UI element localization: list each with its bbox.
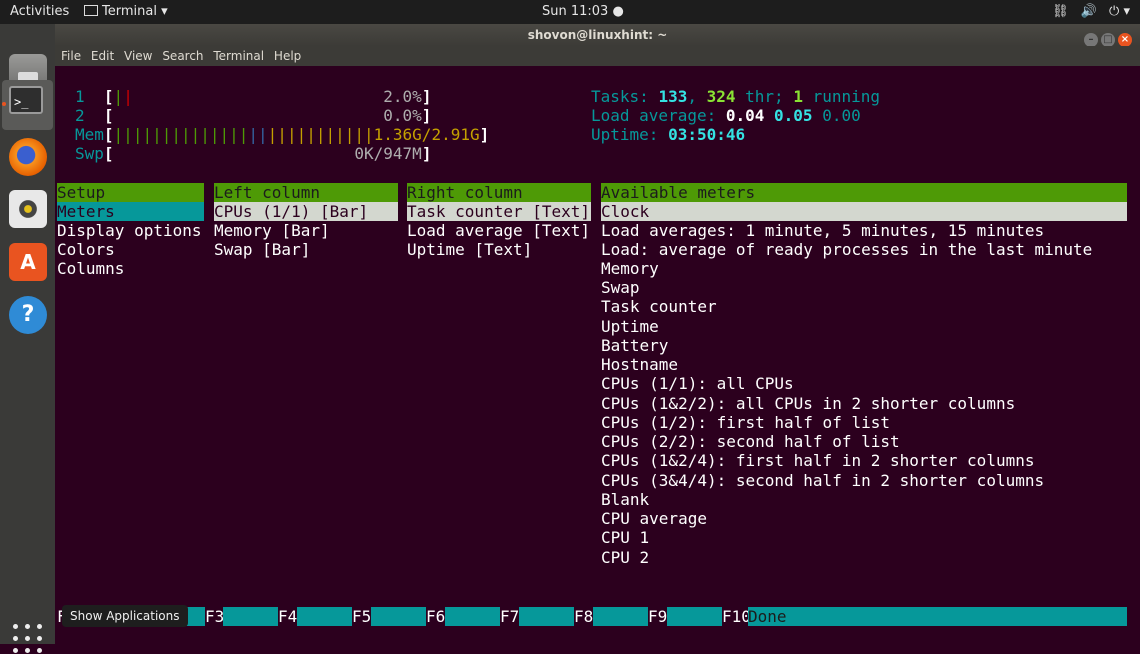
network-icon: ⛓ <box>1052 4 1069 19</box>
available-meter-item[interactable]: Clock <box>601 202 1127 221</box>
firefox-icon[interactable] <box>9 138 47 176</box>
running-indicator <box>2 102 6 106</box>
f5-key[interactable]: F5 <box>352 607 371 626</box>
f7-key-label[interactable] <box>519 607 574 626</box>
right-column-item[interactable]: Uptime [Text] <box>407 240 532 259</box>
cpu2-meter: 2 [ 0.0%] <box>75 106 432 125</box>
setup-item-colors[interactable]: Colors <box>57 240 115 259</box>
volume-icon: 🔊 <box>1080 4 1097 19</box>
f3-key[interactable]: F3 <box>205 607 224 626</box>
help-icon[interactable]: ? <box>9 296 47 334</box>
f7-key[interactable]: F7 <box>500 607 519 626</box>
window-title: shovon@linuxhint: ~ <box>527 28 668 42</box>
terminal-window: shovon@linuxhint: ~ – □ × File Edit View S… <box>55 24 1140 644</box>
right-column-header: Right column <box>407 183 591 202</box>
f5-key-label[interactable] <box>371 607 426 626</box>
right-column-item[interactable]: Load average [Text] <box>407 221 590 240</box>
maximize-button[interactable]: □ <box>1101 33 1115 47</box>
f4-key-label[interactable] <box>297 607 352 626</box>
available-meter-item[interactable]: CPUs (1/1): all CPUs <box>601 374 794 393</box>
right-column-item[interactable]: Task counter [Text] <box>407 202 591 221</box>
status-area[interactable]: ⛓ 🔊 ⏻ ▾ <box>1044 4 1130 20</box>
menu-terminal[interactable]: Terminal <box>213 49 264 63</box>
f6-key[interactable]: F6 <box>426 607 445 626</box>
left-column-header: Left column <box>214 183 398 202</box>
available-meter-item[interactable]: CPUs (1&2/4): first half in 2 shorter co… <box>601 451 1034 470</box>
left-column-item[interactable]: Memory [Bar] <box>214 221 330 240</box>
available-meter-item[interactable]: Blank <box>601 490 649 509</box>
done-button[interactable]: Done <box>748 607 1127 626</box>
dock: >_ A ? <box>0 24 55 653</box>
f3-key-label[interactable] <box>223 607 278 626</box>
setup-item-columns[interactable]: Columns <box>57 259 124 278</box>
setup-header: Setup <box>57 183 204 202</box>
terminal-small-icon <box>84 5 98 16</box>
menu-view[interactable]: View <box>124 49 152 63</box>
power-icon: ⏻ ▾ <box>1109 4 1130 19</box>
terminal-icon[interactable]: >_ <box>9 86 43 114</box>
menu-edit[interactable]: Edit <box>91 49 114 63</box>
f8-key-label[interactable] <box>593 607 648 626</box>
close-button[interactable]: × <box>1118 33 1132 47</box>
available-meter-item[interactable]: CPU 2 <box>601 548 649 567</box>
cpu1-meter: 1 [|| 2.0%] <box>75 87 432 106</box>
available-meter-item[interactable]: CPUs (1/2): first half of list <box>601 413 890 432</box>
f10-key[interactable]: F10 <box>722 607 751 626</box>
f4-key[interactable]: F4 <box>278 607 297 626</box>
rhythmbox-icon[interactable] <box>9 190 47 228</box>
terminal-content[interactable]: 1 [|| 2.0%] 2 [ 0.0%] Mem[||||||||||||||… <box>55 66 1140 644</box>
setup-item-meters[interactable]: Meters <box>57 202 204 221</box>
app-menu-label: Terminal ▾ <box>102 4 168 19</box>
available-meter-item[interactable]: Load: average of ready processes in the … <box>601 240 1092 259</box>
uptime-meter: Uptime: 03:50:46 <box>591 125 746 144</box>
show-applications-icon[interactable] <box>13 624 43 654</box>
left-column-item[interactable]: CPUs (1/1) [Bar] <box>214 202 398 221</box>
available-meter-item[interactable]: CPU average <box>601 509 707 528</box>
tasks-meter: Tasks: 133, 324 thr; 1 running <box>591 87 881 106</box>
function-key-bar: F F3 F4 F5 F6 F7 F8 F9 F10 Done <box>55 607 1140 626</box>
available-meter-item[interactable]: CPUs (1&2/2): all CPUs in 2 shorter colu… <box>601 394 1015 413</box>
minimize-button[interactable]: – <box>1084 33 1098 47</box>
mem-meter: Mem[|||||||||||||||||||||||||||1.36G/2.9… <box>75 125 490 144</box>
title-bar[interactable]: shovon@linuxhint: ~ – □ × <box>55 24 1140 47</box>
available-meter-item[interactable]: CPU 1 <box>601 528 649 547</box>
available-meter-item[interactable]: Battery <box>601 336 668 355</box>
f8-key[interactable]: F8 <box>574 607 593 626</box>
menu-search[interactable]: Search <box>162 49 203 63</box>
f9-key-label[interactable] <box>667 607 722 626</box>
setup-item-display-options[interactable]: Display options <box>57 221 202 240</box>
f9-key[interactable]: F9 <box>648 607 667 626</box>
activities-button[interactable]: Activities <box>10 4 69 20</box>
available-meters-header: Available meters <box>601 183 1127 202</box>
left-column-item[interactable]: Swap [Bar] <box>214 240 310 259</box>
available-meter-item[interactable]: Swap <box>601 278 640 297</box>
show-applications-tooltip: Show Applications <box>62 605 188 627</box>
menu-help[interactable]: Help <box>274 49 301 63</box>
software-center-icon[interactable]: A <box>9 243 47 281</box>
clock[interactable]: Sun 11:03 ● <box>542 4 624 20</box>
menu-file[interactable]: File <box>61 49 81 63</box>
available-meter-item[interactable]: CPUs (3&4/4): second half in 2 shorter c… <box>601 471 1044 490</box>
available-meter-item[interactable]: Load averages: 1 minute, 5 minutes, 15 m… <box>601 221 1044 240</box>
available-meter-item[interactable]: Task counter <box>601 297 717 316</box>
f6-key-label[interactable] <box>445 607 500 626</box>
load-average-meter: Load average: 0.04 0.05 0.00 <box>591 106 861 125</box>
swap-meter: Swp[ 0K/947M] <box>75 144 432 163</box>
available-meter-item[interactable]: Memory <box>601 259 659 278</box>
app-menu-button[interactable]: Terminal ▾ <box>84 4 168 20</box>
top-bar: Activities Terminal ▾ Sun 11:03 ● ⛓ 🔊 ⏻ … <box>0 0 1140 24</box>
available-meter-item[interactable]: Hostname <box>601 355 678 374</box>
menu-bar: File Edit View Search Terminal Help <box>55 46 1140 66</box>
available-meter-item[interactable]: Uptime <box>601 317 659 336</box>
available-meter-item[interactable]: CPUs (2/2): second half of list <box>601 432 900 451</box>
